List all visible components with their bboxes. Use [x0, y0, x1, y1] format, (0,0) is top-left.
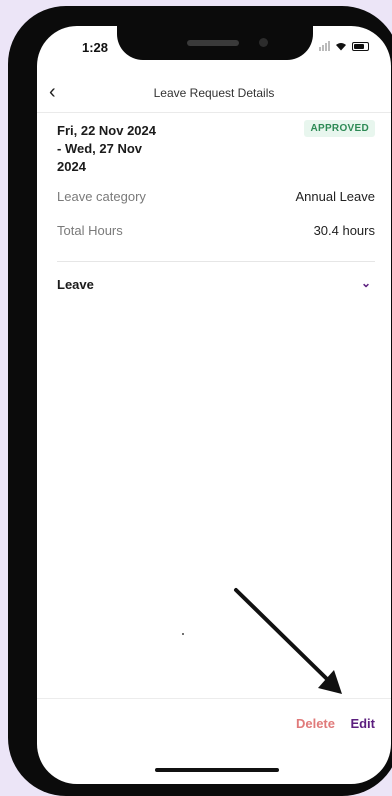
annotation-arrow-icon	[234, 588, 342, 694]
